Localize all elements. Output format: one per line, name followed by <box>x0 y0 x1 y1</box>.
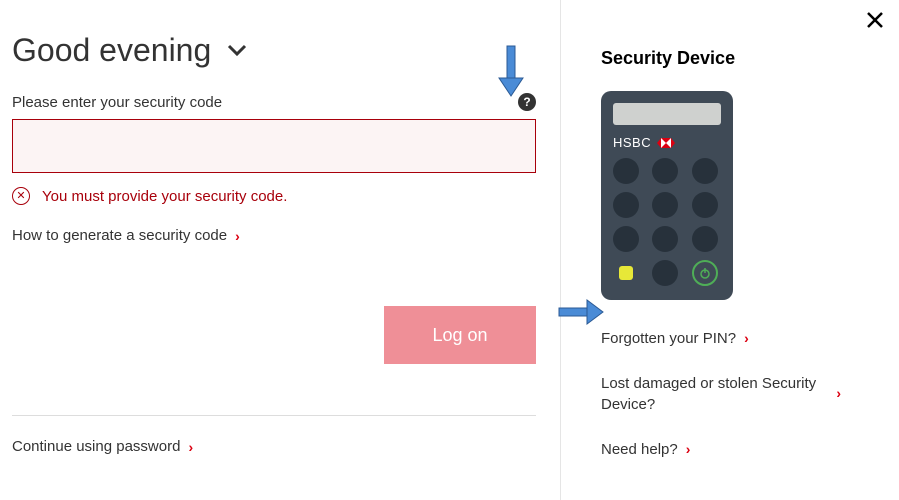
greeting-row: Good evening <box>12 32 536 69</box>
forgotten-pin-text: Forgotten your PIN? <box>601 328 736 349</box>
chevron-right-icon: › <box>235 228 240 244</box>
security-device-image: HSBC <box>601 91 733 300</box>
security-device-panel: Security Device HSBC <box>560 0 899 500</box>
security-code-label: Please enter your security code <box>12 94 222 111</box>
chevron-right-icon: › <box>744 329 749 349</box>
device-screen <box>613 103 721 125</box>
device-keypad <box>613 158 721 286</box>
chevron-right-icon: › <box>686 440 691 460</box>
login-panel: Good evening Please enter your security … <box>0 0 560 500</box>
annotation-arrow-right-icon <box>557 296 607 328</box>
device-yellow-button <box>619 266 633 280</box>
error-text: You must provide your security code. <box>42 188 287 205</box>
forgotten-pin-link[interactable]: Forgotten your PIN? › <box>601 328 749 349</box>
power-icon <box>692 260 718 286</box>
greeting-text: Good evening <box>12 32 211 69</box>
sidebar-title: Security Device <box>601 48 871 69</box>
error-icon: ✕ <box>12 187 30 205</box>
generate-code-text: How to generate a security code <box>12 227 227 244</box>
need-help-text: Need help? <box>601 439 678 460</box>
device-brand: HSBC <box>613 135 721 150</box>
continue-password-text: Continue using password <box>12 438 180 455</box>
generate-code-link[interactable]: How to generate a security code › <box>12 227 240 244</box>
error-message: ✕ You must provide your security code. <box>12 187 536 205</box>
lost-device-text: Lost damaged or stolen Security Device? <box>601 373 828 415</box>
chevron-right-icon: › <box>836 384 841 404</box>
lost-device-link[interactable]: Lost damaged or stolen Security Device? … <box>601 373 841 415</box>
chevron-down-icon[interactable] <box>227 44 247 58</box>
device-brand-text: HSBC <box>613 135 651 150</box>
chevron-right-icon: › <box>188 439 193 455</box>
close-icon[interactable] <box>865 10 885 35</box>
continue-password-link[interactable]: Continue using password › <box>12 416 193 455</box>
help-icon[interactable]: ? <box>518 93 536 111</box>
security-code-input[interactable] <box>12 119 536 173</box>
logon-button[interactable]: Log on <box>384 306 536 364</box>
hsbc-logo-icon <box>657 138 675 148</box>
need-help-link[interactable]: Need help? › <box>601 439 690 460</box>
